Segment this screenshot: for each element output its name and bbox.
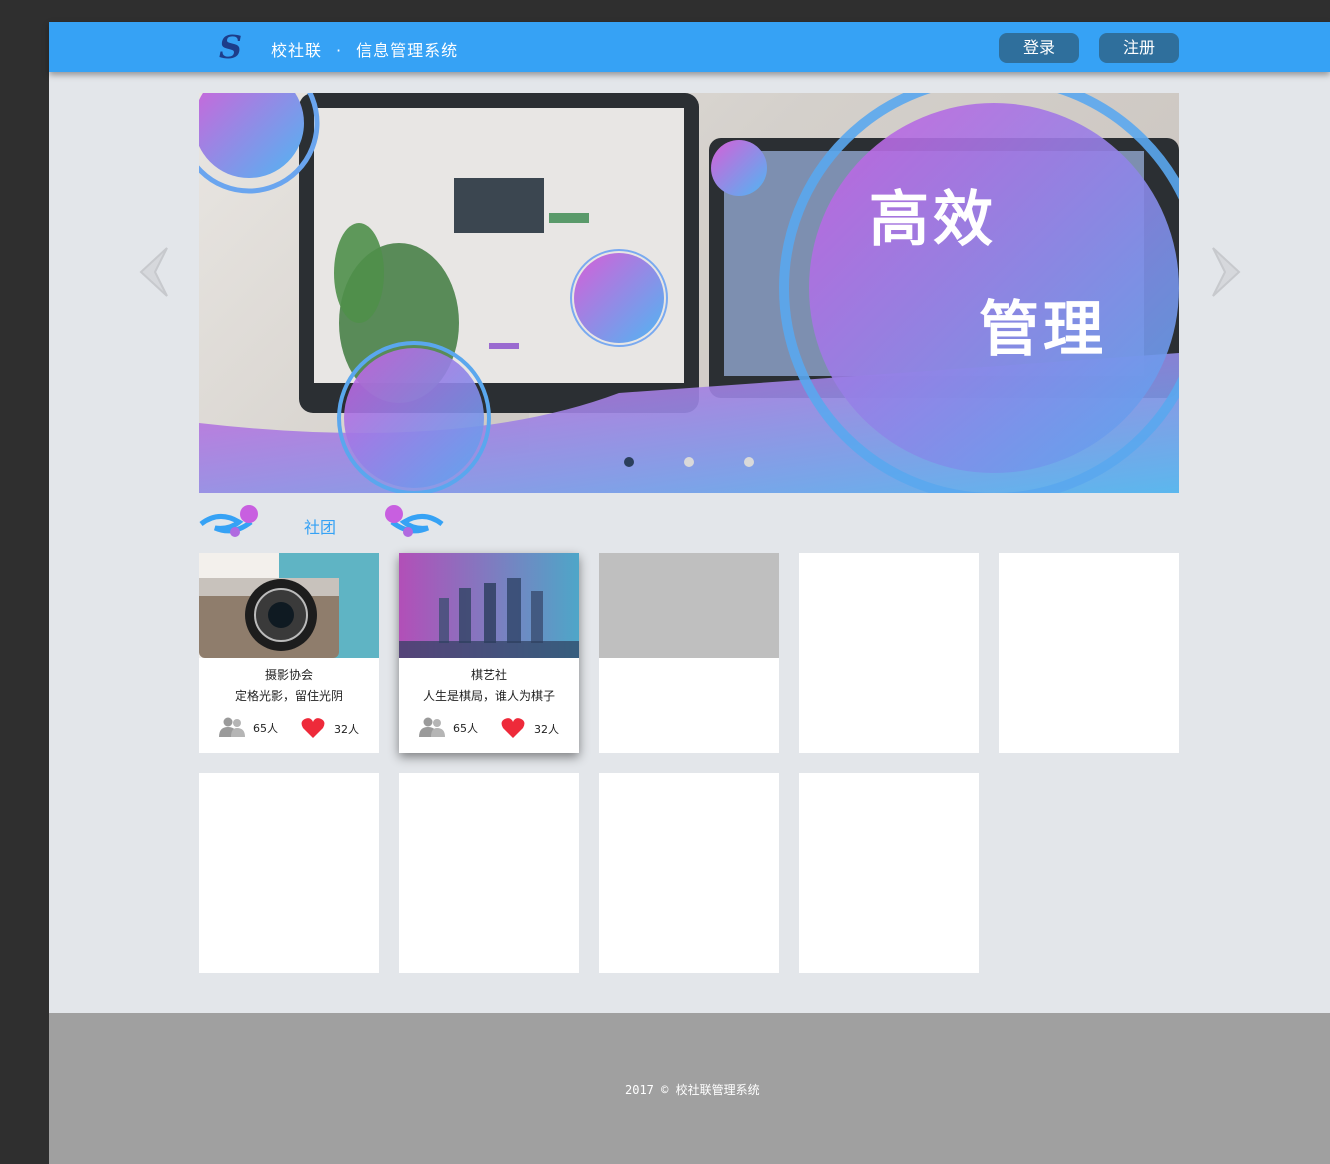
banner-headline-2: 管理 [979, 295, 1107, 365]
brand-separator: · [336, 41, 343, 60]
member-count: 65人 [453, 722, 478, 735]
club-slogan: 人生是棋局，谁人为棋子 [422, 689, 555, 703]
like-count: 32人 [334, 723, 359, 736]
club-card-placeholder[interactable] [799, 553, 979, 753]
club-stats: 65人 32人 [419, 715, 569, 739]
club-card-placeholder[interactable] [599, 553, 779, 753]
brand-name: 校社联 [271, 41, 323, 60]
camera-image [199, 553, 379, 658]
carousel-dot[interactable] [624, 457, 634, 467]
club-card[interactable]: 摄影协会 定格光影，留住光阴 65人 32人 [199, 553, 379, 753]
club-card-placeholder[interactable] [999, 553, 1179, 753]
login-button[interactable]: 登录 [999, 33, 1079, 63]
chess-image [399, 553, 579, 658]
brand-title: 校社联 · 信息管理系统 [271, 37, 458, 61]
left-wave-ornament-icon [199, 505, 258, 537]
brand-subtitle: 信息管理系统 [356, 41, 459, 60]
page: S 校社联 · 信息管理系统 登录 注册 高效 管理 社团 摄影协会 定格光影，… [49, 22, 1330, 1164]
section-title: 社团 [304, 518, 337, 537]
club-card-placeholder[interactable] [199, 773, 379, 973]
club-card-placeholder[interactable] [799, 773, 979, 973]
carousel-next-icon[interactable] [1207, 242, 1247, 302]
carousel-prev-icon[interactable] [133, 242, 173, 302]
club-slogan: 定格光影，留住光阴 [234, 689, 343, 703]
member-count: 65人 [253, 722, 278, 735]
copyright-text: 2017 © 校社联管理系统 [625, 1083, 760, 1097]
logo-icon[interactable]: S [219, 31, 249, 63]
members-icon [219, 717, 245, 737]
hero-banner[interactable]: 高效 管理 [199, 93, 1179, 493]
club-thumbnail-placeholder [599, 553, 779, 658]
carousel-dot[interactable] [744, 457, 754, 467]
carousel-dot[interactable] [684, 457, 694, 467]
club-card-placeholder[interactable] [399, 773, 579, 973]
club-name[interactable]: 棋艺社 [399, 666, 579, 683]
members-icon [419, 717, 445, 737]
like-count: 32人 [534, 723, 559, 736]
heart-icon[interactable] [301, 717, 325, 739]
banner-headline-1: 高效 [869, 185, 997, 255]
club-card[interactable]: 棋艺社 人生是棋局，谁人为棋子 65人 32人 [399, 553, 579, 753]
club-thumbnail[interactable] [399, 553, 579, 658]
top-nav-bar: S 校社联 · 信息管理系统 登录 注册 [49, 22, 1330, 72]
club-thumbnail[interactable] [199, 553, 379, 658]
right-wave-ornament-icon [385, 505, 444, 537]
section-heading: 社团 [199, 500, 444, 540]
register-button[interactable]: 注册 [1099, 33, 1179, 63]
club-card-placeholder[interactable] [599, 773, 779, 973]
club-stats: 65人 32人 [219, 715, 369, 739]
heart-icon[interactable] [501, 717, 525, 739]
club-name[interactable]: 摄影协会 [199, 666, 379, 683]
footer: 2017 © 校社联管理系统 [49, 1013, 1330, 1164]
carousel-indicators [619, 457, 759, 469]
